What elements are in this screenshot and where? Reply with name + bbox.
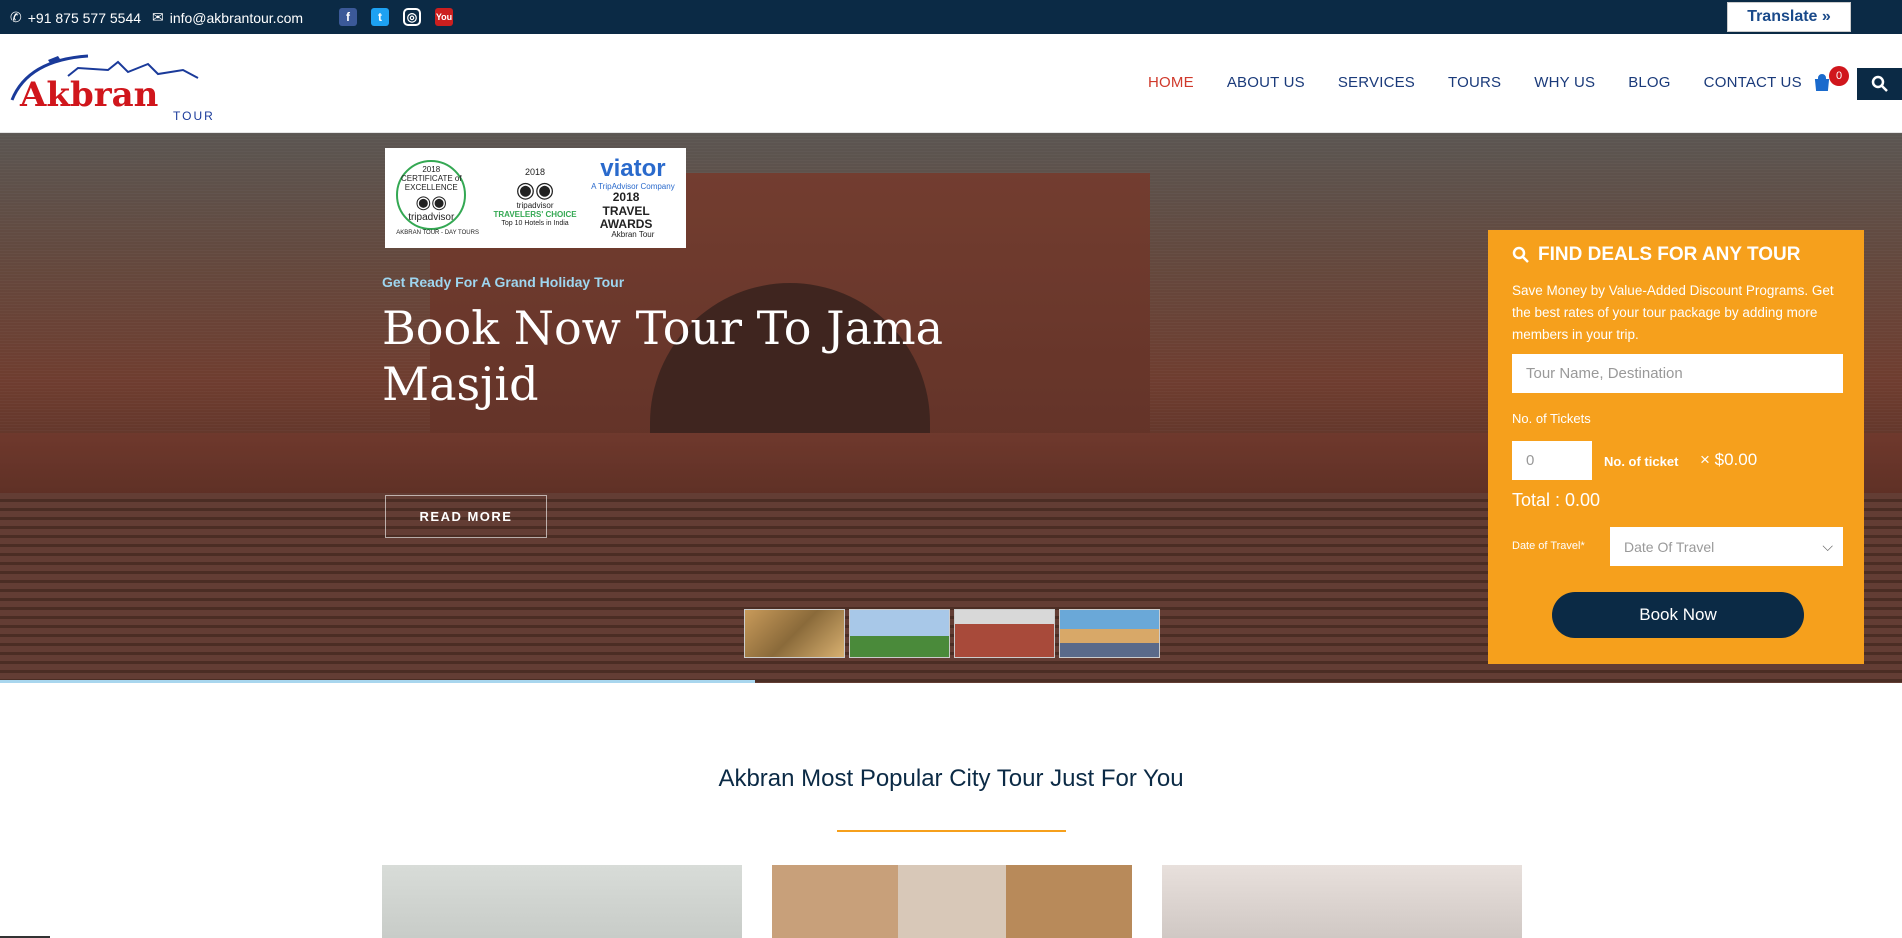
thumbnail-jama-masjid[interactable] [954, 609, 1055, 658]
award-caption: Akbran Tour [611, 229, 655, 239]
deals-title-text: FIND DEALS FOR ANY TOUR [1538, 244, 1801, 265]
nav-why-us[interactable]: WHY US [1534, 74, 1595, 91]
logo-graphic: Akbran TOUR [10, 54, 215, 123]
thumbnail-varanasi[interactable] [1059, 609, 1160, 658]
tour-card-1[interactable] [382, 865, 742, 938]
tickets-label: No. of Tickets [1512, 411, 1591, 426]
tickets-input[interactable]: 0 [1512, 441, 1592, 480]
hero-subtitle: Get Ready For A Grand Holiday Tour [382, 274, 625, 290]
award-travelers-choice: 2018 ◉◉ tripadvisor TRAVELERS' CHOICE To… [493, 167, 577, 227]
find-deals-panel: FIND DEALS FOR ANY TOUR Save Money by Va… [1488, 230, 1864, 664]
book-now-button[interactable]: Book Now [1552, 592, 1804, 638]
award-caption: AKBRAN TOUR - DAY TOURS [396, 229, 479, 236]
main-nav: HOME ABOUT US SERVICES TOURS WHY US BLOG… [1148, 74, 1835, 91]
site-header: Akbran TOUR HOME ABOUT US SERVICES TOURS… [0, 34, 1902, 133]
youtube-icon[interactable]: You [435, 8, 453, 26]
awards-badge: 2018 CERTIFICATE of EXCELLENCE ◉◉ tripad… [385, 148, 686, 248]
search-icon [1512, 246, 1529, 263]
nav-services[interactable]: SERVICES [1338, 74, 1415, 91]
slider-thumbnails [744, 609, 1160, 658]
phone-contact[interactable]: ✆ +91 875 577 5544 [10, 9, 141, 26]
translate-button[interactable]: Translate » [1727, 2, 1851, 32]
title-divider [837, 830, 1066, 832]
tour-search-input[interactable]: Tour Name, Destination [1512, 354, 1843, 393]
thumbnail-tigers[interactable] [744, 609, 845, 658]
award-brand: tripadvisor [408, 212, 455, 224]
slider-progress-bar [0, 680, 755, 683]
social-links: f t ◎ You [339, 8, 453, 26]
ticket-price: × $0.00 [1700, 450, 1758, 469]
owl-icon: ◉◉ [415, 191, 447, 212]
award-title: 2018 TRAVEL AWARDS [599, 190, 653, 231]
nav-contact-us[interactable]: CONTACT US [1704, 74, 1802, 91]
hero-title: Book Now Tour To Jama Masjid [382, 301, 944, 411]
chevron-down-icon: ⌵ [1822, 538, 1833, 554]
thumbnail-taj-mahal[interactable] [849, 609, 950, 658]
tour-card-2[interactable] [772, 865, 1132, 938]
section-title: Akbran Most Popular City Tour Just For Y… [718, 765, 1184, 792]
award-title: TRAVELERS' CHOICE [493, 210, 577, 220]
mail-icon: ✉ [152, 9, 164, 25]
cart-count-badge: 0 [1829, 66, 1849, 86]
email-contact[interactable]: ✉ info@akbrantour.com [152, 9, 303, 26]
tour-card-3[interactable] [1162, 865, 1522, 938]
phone-icon: ✆ [10, 9, 22, 25]
nav-blog[interactable]: BLOG [1628, 74, 1670, 91]
email-address: info@akbrantour.com [169, 9, 304, 26]
phone-number: +91 875 577 5544 [27, 9, 142, 26]
search-icon [1871, 75, 1888, 92]
nav-tours[interactable]: TOURS [1448, 74, 1501, 91]
ticket-note: No. of ticket [1604, 454, 1679, 469]
date-label: Date of Travel* [1512, 540, 1585, 552]
award-viator: viator A TripAdvisor Company 2018 TRAVEL… [591, 155, 675, 240]
top-bar: ✆ +91 875 577 5544 ✉ info@akbrantour.com… [0, 0, 1902, 34]
award-caption: Top 10 Hotels in India [501, 219, 569, 227]
search-button[interactable] [1857, 68, 1902, 100]
site-logo[interactable]: Akbran TOUR [8, 50, 228, 123]
logo-text: Akbran [19, 75, 158, 115]
award-certificate-excellence: 2018 CERTIFICATE of EXCELLENCE ◉◉ tripad… [396, 159, 479, 237]
nav-home[interactable]: HOME [1148, 74, 1194, 91]
deals-description: Save Money by Value-Added Discount Progr… [1512, 283, 1834, 342]
date-of-travel-select[interactable]: Date Of Travel ⌵ [1610, 527, 1843, 566]
award-title: CERTIFICATE of EXCELLENCE [400, 173, 462, 192]
total-price: Total : 0.00 [1512, 490, 1601, 510]
viator-logo: viator [600, 155, 666, 183]
logo-subtext: TOUR [173, 109, 215, 122]
nav-about-us[interactable]: ABOUT US [1227, 74, 1305, 91]
date-placeholder: Date Of Travel [1624, 538, 1715, 555]
twitter-icon[interactable]: t [371, 8, 389, 26]
deals-title: FIND DEALS FOR ANY TOUR [1512, 244, 1801, 266]
instagram-icon[interactable]: ◎ [403, 8, 421, 26]
facebook-icon[interactable]: f [339, 8, 357, 26]
read-more-button[interactable]: READ MORE [385, 495, 547, 538]
owl-icon: ◉◉ [515, 177, 555, 203]
